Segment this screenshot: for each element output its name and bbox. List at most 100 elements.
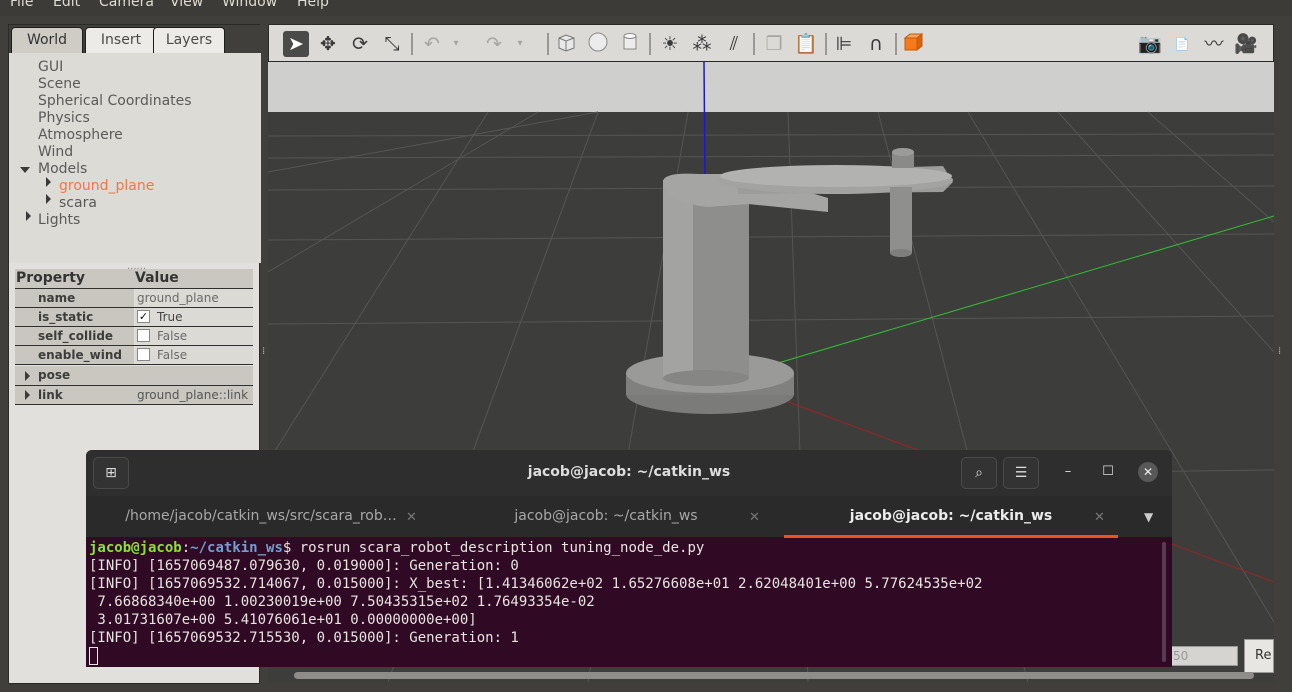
checkbox-checked-icon[interactable]: ✓ [137,310,150,323]
step-input[interactable]: 50 [1168,646,1238,666]
log-icon[interactable]: 📄 [1169,31,1195,57]
menu-edit[interactable]: Edit [53,0,80,10]
tree-item-physics[interactable]: Physics [38,110,90,126]
tree-item-scara[interactable]: scara [59,195,97,211]
splitter-handle[interactable]: ⁞ [262,346,265,357]
tabs-dropdown-icon[interactable]: ▼ [1144,510,1153,524]
property-value: False [135,327,253,345]
terminal-tabs: /home/jacob/catkin_ws/src/scara_rob… ✕ j… [86,496,1172,538]
property-value[interactable]: ground_plane [135,289,253,307]
menu-camera[interactable]: Camera [99,0,154,10]
tab-insert[interactable]: Insert [85,27,157,53]
property-row-self-collide[interactable]: self_collide False [15,327,253,346]
checkbox-label: False [157,329,188,343]
scale-icon[interactable]: ⤡ [379,31,405,57]
close-tab-icon[interactable]: ✕ [1094,510,1105,525]
copy-icon[interactable]: ❐ [761,31,787,57]
terminal-output[interactable]: jacob@jacob:~/catkin_ws$ rosrun scara_ro… [86,538,1172,667]
hamburger-menu-icon[interactable]: ☰ [1003,457,1039,489]
menu-window[interactable]: Window [222,0,277,10]
expand-arrow-icon[interactable] [26,211,31,221]
property-name: self_collide [15,327,134,345]
directional-light-icon[interactable]: ⫽ [721,31,747,57]
spot-light-icon[interactable]: ⁂ [689,31,715,57]
tree-item-atmosphere[interactable]: Atmosphere [38,127,123,143]
menu-file[interactable]: File [10,0,33,10]
terminal-tab-1[interactable]: /home/jacob/catkin_ws/src/scara_rob… [86,496,436,538]
tree-item-spherical-coordinates[interactable]: Spherical Coordinates [38,93,192,109]
tab-world[interactable]: World [11,27,83,53]
undo-icon[interactable]: ↶ [419,31,445,57]
expand-arrow-icon[interactable] [25,390,30,400]
toolbar-separator [753,33,755,55]
redo-dropdown-icon[interactable]: ▾ [513,31,527,57]
panel-tabs: World Insert Layers [9,25,261,53]
paste-icon[interactable]: 📋 [793,31,819,57]
translate-icon[interactable]: ✥ [315,31,341,57]
terminal-tab-2[interactable]: jacob@jacob: ~/catkin_ws [436,496,776,538]
output-line: [INFO] [1657069487.079630, 0.019000]: Ge… [89,558,519,574]
undo-dropdown-icon[interactable]: ▾ [449,31,463,57]
tree-item-scene[interactable]: Scene [38,76,81,92]
property-row-link[interactable]: link ground_plane::link [15,385,253,405]
expand-arrow-icon[interactable] [25,371,30,381]
toolbar-separator [649,33,651,55]
tree-item-wind[interactable]: Wind [38,144,73,160]
property-row-pose[interactable]: pose [15,366,253,386]
box-shape-icon[interactable] [553,31,579,57]
close-tab-icon[interactable]: ✕ [406,510,417,525]
checkbox-unchecked-icon[interactable] [137,329,150,342]
terminal-titlebar: ⊞ jacob@jacob: ~/catkin_ws ⌕ ☰ – ☐ ✕ [86,450,1172,496]
close-icon[interactable]: ✕ [1138,462,1158,482]
gazebo-window: File Edit Camera View Window Help World … [0,0,1292,692]
maximize-icon[interactable]: ☐ [1098,462,1118,482]
tree-item-gui[interactable]: GUI [38,59,63,75]
tab-layers[interactable]: Layers [153,27,225,53]
align-icon[interactable]: ⊫ [831,31,857,57]
property-name: pose [38,368,71,382]
property-row-is-static[interactable]: is_static ✓ True [15,308,253,327]
menu-help[interactable]: Help [297,0,329,10]
property-name: is_static [15,308,134,326]
tree-item-ground-plane[interactable]: ground_plane [59,178,154,194]
checkbox-unchecked-icon[interactable] [137,348,150,361]
tree-item-lights[interactable]: Lights [38,212,80,228]
expand-arrow-icon[interactable] [46,177,51,187]
output-line: 3.01731607e+00 5.41076061e+01 0.00000000… [89,612,477,628]
terminal-tab-3[interactable]: jacob@jacob: ~/catkin_ws [784,496,1118,538]
close-tab-icon[interactable]: ✕ [749,510,760,525]
expand-arrow-icon[interactable] [20,167,30,173]
terminal-scrollbar[interactable] [1162,542,1166,662]
horizontal-scrollbar[interactable] [294,672,1254,679]
property-value: False [135,346,253,364]
property-value: ground_plane::link [137,388,249,402]
toolbar: ➤ ✥ ⟳ ⤡ ↶ ▾ ↷ ▾ ☀ ⁂ ⫽ ❐ 📋 ⊫ ∩ 📷 📄 〰 🎥 [268,24,1274,62]
search-icon[interactable]: ⌕ [961,457,997,489]
redo-icon[interactable]: ↷ [481,31,507,57]
select-arrow-icon[interactable]: ➤ [283,31,309,57]
reset-button[interactable]: Re [1244,639,1274,673]
sphere-shape-icon[interactable] [585,31,611,57]
tree-item-models[interactable]: Models [38,161,87,177]
splitter-handle[interactable]: ⁞ [1278,346,1281,357]
cylinder-shape-icon[interactable] [617,31,643,57]
plot-icon[interactable]: 〰 [1201,31,1227,57]
menu-view[interactable]: View [170,0,203,10]
output-line: 7.66868340e+00 1.00230019e+00 7.50435315… [89,594,595,610]
world-tree: GUI Scene Spherical Coordinates Physics … [9,53,261,263]
screenshot-icon[interactable]: 📷 [1137,31,1163,57]
change-view-icon[interactable] [901,31,927,57]
property-row-name[interactable]: name ground_plane [15,289,253,308]
rotate-icon[interactable]: ⟳ [347,31,373,57]
video-record-icon[interactable]: 🎥 [1233,31,1259,57]
output-line: [INFO] [1657069532.715530, 0.015000]: Ge… [89,630,519,646]
snap-magnet-icon[interactable]: ∩ [863,31,889,57]
checkbox-label: True [157,310,183,324]
point-light-icon[interactable]: ☀ [657,31,683,57]
tab-label: /home/jacob/catkin_ws/src/scara_rob… [125,508,397,524]
expand-arrow-icon[interactable] [46,194,51,204]
minimize-icon[interactable]: – [1058,462,1078,482]
property-row-enable-wind[interactable]: enable_wind False [15,346,253,365]
toolbar-separator [547,33,549,55]
toolbar-separator [825,33,827,55]
